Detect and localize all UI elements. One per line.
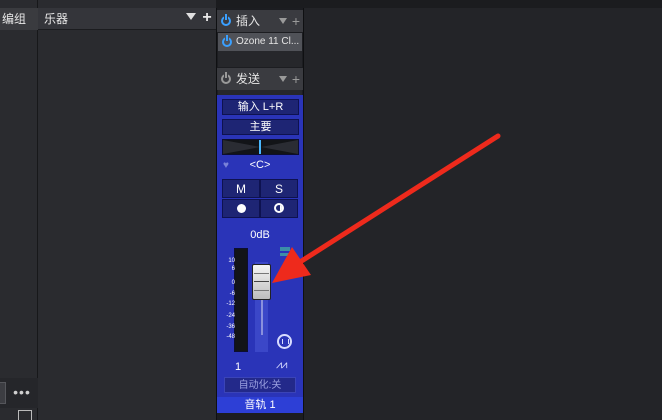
arrange-top-bar (304, 0, 662, 8)
link-icon[interactable]: ♥ (223, 160, 229, 171)
insert-power-icon[interactable] (222, 35, 232, 47)
meter-scale-tick: 0 (231, 280, 235, 286)
monitor-button[interactable] (260, 199, 298, 218)
sends-power-icon[interactable] (221, 72, 231, 84)
channel-number: 1 (234, 361, 242, 373)
insert-empty-slot[interactable] (218, 51, 302, 67)
track-name[interactable]: 音轨 1 (217, 397, 303, 413)
groups-header[interactable]: 编组 (0, 8, 38, 30)
automation-mode-button[interactable]: 自动化:关 (224, 377, 296, 393)
meter-scale-tick: -48 (226, 334, 235, 340)
meter-scale-tick: -36 (226, 324, 235, 330)
instruments-panel (38, 0, 216, 420)
pan-value: <C> (249, 159, 271, 171)
level-meter (234, 248, 248, 352)
meter-indicator (280, 247, 290, 251)
output-routing-icon[interactable] (277, 334, 292, 349)
strip-footer (217, 413, 303, 420)
fader-groove (261, 300, 263, 335)
monitor-icon (274, 203, 284, 213)
group-field[interactable] (0, 382, 6, 404)
groups-panel (0, 0, 38, 420)
chevron-down-icon[interactable] (186, 13, 196, 20)
inserts-power-icon[interactable] (221, 14, 231, 26)
output-select-button[interactable]: 主要 (222, 119, 299, 135)
meter-indicator (280, 253, 290, 256)
pan-indicator (259, 140, 261, 154)
insert-plugin-label: Ozone 11 Cl... (236, 36, 300, 47)
input-select-button[interactable]: 输入 L+R (222, 99, 299, 115)
instruments-label: 乐器 (44, 12, 69, 26)
meter-scale-tick: 6 (231, 266, 235, 272)
inserts-header[interactable]: 插入 + (217, 10, 303, 32)
insert-slot[interactable]: Ozone 11 Cl... (218, 33, 302, 51)
solo-button[interactable]: S (260, 179, 298, 198)
add-instrument-button[interactable]: + (200, 8, 214, 30)
meter-scale-tick: 10 (228, 258, 235, 264)
sends-label: 发送 (236, 72, 261, 86)
more-options-icon[interactable]: ••• (13, 382, 31, 402)
meter-scale-tick: -24 (226, 313, 235, 319)
mute-button[interactable]: M (222, 179, 260, 198)
volume-readout: 0dB (250, 229, 270, 241)
sends-header[interactable]: 发送 + (217, 68, 303, 90)
grid-icon[interactable] (18, 410, 32, 420)
record-icon (237, 204, 246, 213)
add-insert-button[interactable]: + (290, 10, 302, 32)
volume-fader[interactable] (252, 264, 271, 300)
meter-scale-tick: -6 (229, 291, 235, 297)
inserts-label: 插入 (236, 14, 261, 28)
meter-scale-tick: -12 (226, 301, 235, 307)
chevron-down-icon[interactable] (279, 18, 287, 24)
add-send-button[interactable]: + (290, 68, 302, 90)
chevron-down-icon[interactable] (279, 76, 287, 82)
waveform-icon[interactable]: ⩘⩘ (276, 359, 294, 371)
record-arm-button[interactable] (222, 199, 260, 218)
